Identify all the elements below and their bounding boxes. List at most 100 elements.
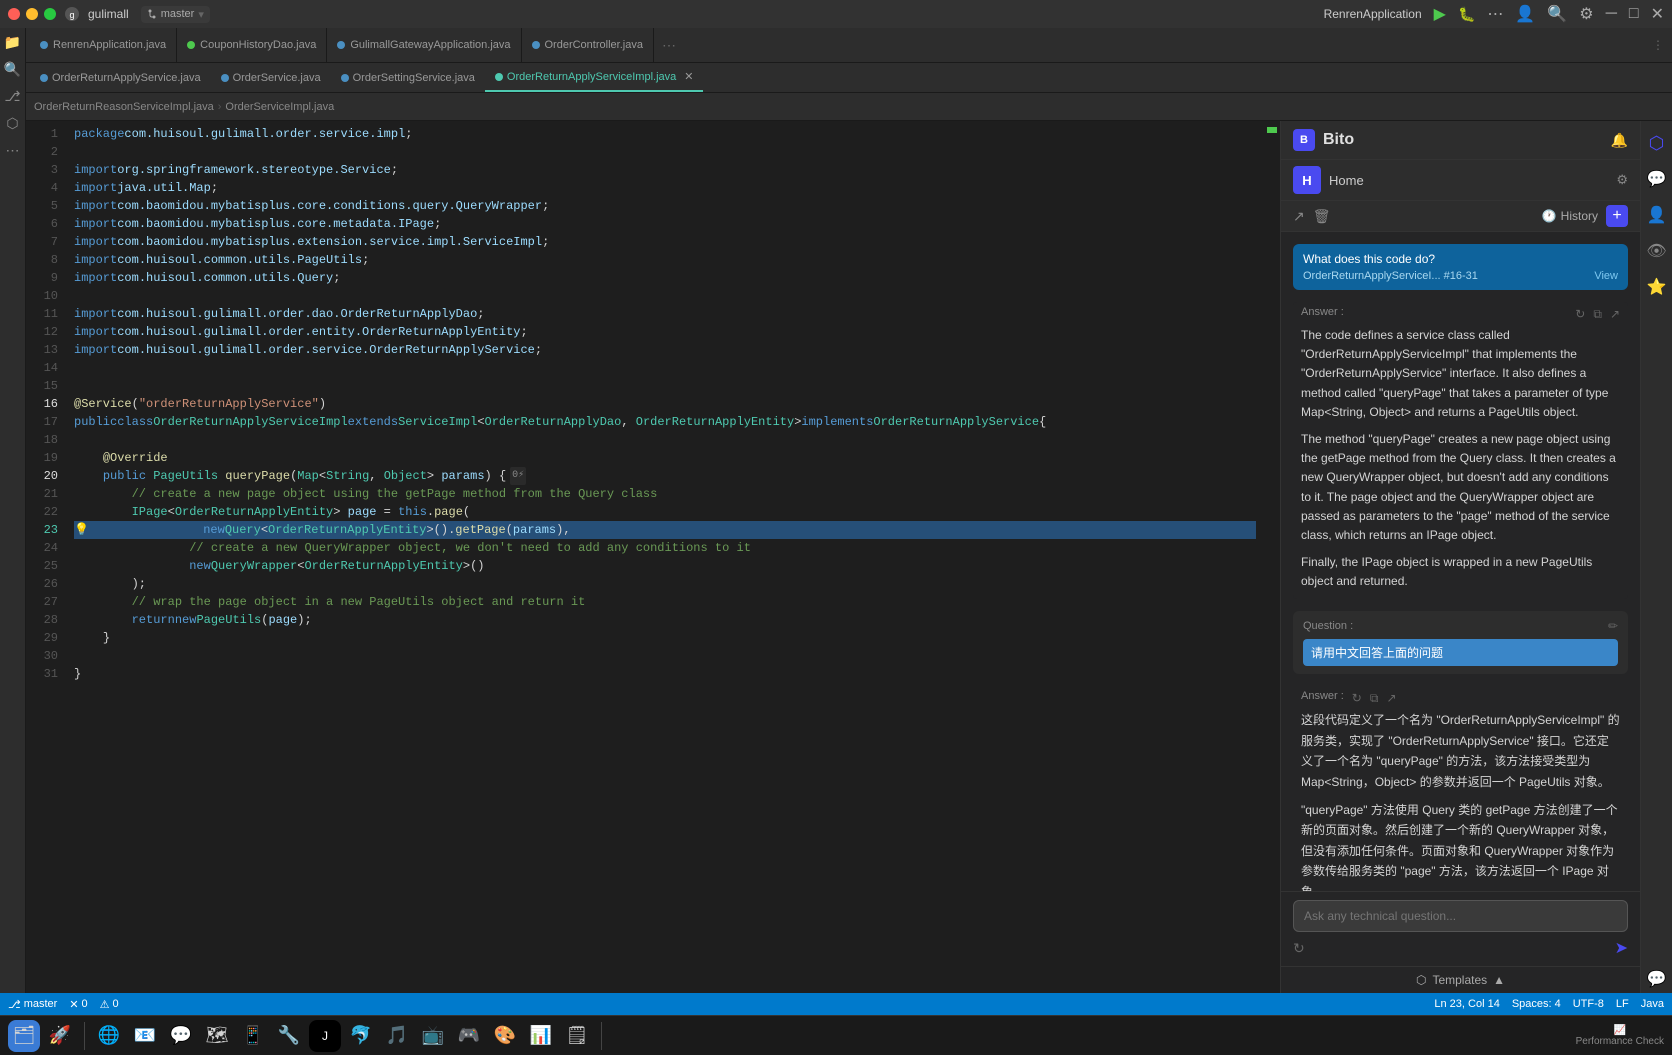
branch-name: master bbox=[161, 8, 195, 20]
maximize-button[interactable] bbox=[44, 8, 56, 20]
more-sidebar-icon[interactable]: ⋯ bbox=[6, 142, 20, 159]
code-line: import com.huisoul.gulimall.order.dao.Or… bbox=[74, 305, 1256, 323]
edit-question-icon[interactable]: ✏ bbox=[1608, 619, 1618, 633]
dock-chrome[interactable]: 🌐 bbox=[93, 1020, 125, 1052]
bito-input[interactable] bbox=[1293, 900, 1628, 932]
editor-column: RenrenApplication.java CouponHistoryDao.… bbox=[26, 28, 1672, 993]
code-line: IPage<OrderReturnApplyEntity> page = thi… bbox=[74, 503, 1256, 521]
run-button[interactable]: ▶ bbox=[1434, 4, 1446, 24]
dock-app11[interactable]: 🎮 bbox=[453, 1020, 485, 1052]
templates-button[interactable]: ⬡ Templates ▲ bbox=[1416, 973, 1505, 987]
tab-dot bbox=[532, 41, 540, 49]
tab-dot-active bbox=[495, 73, 503, 81]
bito-input-actions: ↻ ➤ bbox=[1293, 938, 1628, 958]
tab-coupon-history-dao[interactable]: CouponHistoryDao.java bbox=[177, 28, 327, 62]
title-bar: g gulimall master ▾ RenrenApplication ▶ … bbox=[0, 0, 1672, 28]
code-line: import com.huisoul.gulimall.order.servic… bbox=[74, 341, 1256, 359]
tab-renren-application[interactable]: RenrenApplication.java bbox=[30, 28, 177, 62]
copy-icon[interactable]: ⧉ bbox=[1593, 307, 1602, 322]
templates-label: Templates bbox=[1432, 973, 1487, 987]
source-control-icon[interactable]: ⎇ bbox=[4, 88, 20, 105]
extensions-icon[interactable]: ⬡ bbox=[6, 115, 18, 132]
dock-app9[interactable]: 🎵 bbox=[381, 1020, 413, 1052]
share-icon-2[interactable]: ↗ bbox=[1386, 691, 1396, 705]
tab-order-return-apply-service-impl[interactable]: OrderReturnApplyServiceImpl.java ✕ bbox=[485, 63, 704, 92]
bito-chat-area: What does this code do? OrderReturnApply… bbox=[1281, 232, 1640, 891]
dock-app5[interactable]: 📱 bbox=[237, 1020, 269, 1052]
breadcrumb-item2[interactable]: OrderServiceImpl.java bbox=[225, 101, 334, 113]
search-sidebar-icon[interactable]: 🔍 bbox=[4, 61, 21, 78]
copy-icon-2[interactable]: ⧉ bbox=[1370, 691, 1379, 706]
trash-icon[interactable]: 🗑 bbox=[1313, 208, 1331, 225]
refresh-icon-2[interactable]: ↻ bbox=[1352, 691, 1362, 705]
breadcrumb-item[interactable]: OrderReturnReasonServiceImpl.java bbox=[34, 101, 214, 113]
star-icon[interactable]: ⭐ bbox=[1643, 273, 1671, 301]
dock-jetbrains[interactable]: J bbox=[309, 1020, 341, 1052]
language-status[interactable]: Java bbox=[1641, 998, 1664, 1010]
tab-close-active[interactable]: ✕ bbox=[684, 70, 693, 83]
dock-launchpad[interactable]: 🚀 bbox=[44, 1020, 76, 1052]
dock-mail[interactable]: 📧 bbox=[129, 1020, 161, 1052]
answer2-label: Answer : bbox=[1293, 690, 1344, 702]
dock-app14[interactable]: 🗒 bbox=[561, 1020, 593, 1052]
code-line: return new PageUtils(page); bbox=[74, 611, 1256, 629]
history-button[interactable]: 🕐 History bbox=[1542, 209, 1598, 223]
bottom-rs-icon[interactable]: 💬 bbox=[1643, 965, 1671, 993]
dock-app6[interactable]: 🔧 bbox=[273, 1020, 305, 1052]
performance-icon: 📈 bbox=[1614, 1025, 1626, 1036]
dock-separator bbox=[84, 1022, 85, 1050]
branch-badge[interactable]: master ▾ bbox=[141, 6, 210, 23]
tab-order-return-apply-service[interactable]: OrderReturnApplyService.java bbox=[30, 63, 211, 92]
dock-datagrip[interactable]: 🐬 bbox=[345, 1020, 377, 1052]
performance-check[interactable]: 📈 Performance Check bbox=[1576, 1025, 1664, 1047]
settings-icon[interactable]: ⚙ bbox=[1579, 4, 1593, 24]
dock-app12[interactable]: 🎨 bbox=[489, 1020, 521, 1052]
code-area[interactable]: package com.huisoul.gulimall.order.servi… bbox=[66, 121, 1264, 993]
minimize-button[interactable] bbox=[26, 8, 38, 20]
tab-label: GulimallGatewayApplication.java bbox=[350, 39, 510, 51]
code-line: public PageUtils queryPage(Map<String, O… bbox=[74, 467, 1256, 485]
debug-icon[interactable]: 🐛 bbox=[1458, 6, 1475, 23]
new-chat-button[interactable]: + bbox=[1606, 205, 1628, 227]
share-answer-icon[interactable]: ↗ bbox=[1610, 307, 1620, 322]
templates-icon: ⬡ bbox=[1416, 973, 1426, 987]
dock-finder[interactable]: 🗂 bbox=[8, 1020, 40, 1052]
tabs-overflow[interactable]: ⋯ bbox=[654, 37, 684, 54]
tabs-context-menu[interactable]: ⋮ bbox=[1644, 38, 1672, 52]
dock-app10[interactable]: 📺 bbox=[417, 1020, 449, 1052]
code-line: @Service("orderReturnApplyService") bbox=[74, 395, 1256, 413]
bito-sidebar-icon[interactable]: ⬡ bbox=[1643, 129, 1671, 157]
bito-settings-icon[interactable]: ⚙ bbox=[1616, 172, 1628, 188]
refresh-icon[interactable]: ↻ bbox=[1575, 307, 1585, 322]
bito-nav: H Home ⚙ bbox=[1281, 160, 1640, 201]
restore-icon[interactable]: □ bbox=[1629, 5, 1639, 23]
line-numbers: 12345 678910 1112131415 16 171819 20 212… bbox=[26, 121, 66, 993]
dock-messages[interactable]: 💬 bbox=[165, 1020, 197, 1052]
person-icon[interactable]: 👤 bbox=[1643, 201, 1671, 229]
dock-app13[interactable]: 📊 bbox=[525, 1020, 557, 1052]
refresh-input-icon[interactable]: ↻ bbox=[1293, 940, 1305, 957]
breadcrumb-row: OrderReturnReasonServiceImpl.java › Orde… bbox=[26, 93, 1672, 121]
tab-order-service[interactable]: OrderService.java bbox=[211, 63, 331, 92]
tab-gulimall-gateway[interactable]: GulimallGatewayApplication.java bbox=[327, 28, 521, 62]
chat-icon[interactable]: 💬 bbox=[1643, 165, 1671, 193]
close-window-icon[interactable]: ✕ bbox=[1651, 4, 1664, 24]
bito-header: B Bito 🔔 bbox=[1281, 121, 1640, 160]
files-icon[interactable]: 📁 bbox=[4, 34, 21, 51]
more-icon[interactable]: ⋯ bbox=[1487, 4, 1503, 24]
tab-order-setting-service[interactable]: OrderSettingService.java bbox=[331, 63, 485, 92]
share-icon[interactable]: ↗ bbox=[1293, 208, 1305, 225]
user-icon[interactable]: 👤 bbox=[1515, 4, 1535, 24]
code-line: public class OrderReturnApplyServiceImpl… bbox=[74, 413, 1256, 431]
view-code-button[interactable]: View bbox=[1594, 270, 1618, 282]
search-icon[interactable]: 🔍 bbox=[1547, 4, 1567, 24]
eye-icon[interactable]: 👁 bbox=[1643, 237, 1671, 265]
minimize-window-icon[interactable]: ─ bbox=[1606, 5, 1617, 23]
close-button[interactable] bbox=[8, 8, 20, 20]
notification-icon[interactable]: 🔔 bbox=[1611, 132, 1628, 149]
bito-home-label[interactable]: Home bbox=[1329, 173, 1364, 188]
send-button[interactable]: ➤ bbox=[1615, 938, 1628, 958]
branch-status[interactable]: ⎇ master bbox=[8, 998, 57, 1011]
dock-maps[interactable]: 🗺 bbox=[201, 1020, 233, 1052]
tab-order-controller[interactable]: OrderController.java bbox=[522, 28, 654, 62]
